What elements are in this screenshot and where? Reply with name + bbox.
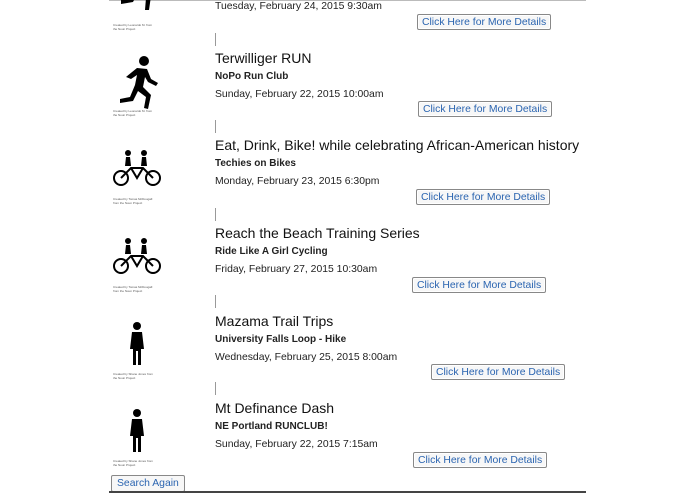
icon-credit: Created by Shane Jones from the Noun Pro… bbox=[113, 459, 153, 467]
icon-credit: Created by Shane Jones from the Noun Pro… bbox=[113, 372, 153, 380]
event-title: Eat, Drink, Bike! while celebrating Afri… bbox=[215, 137, 580, 153]
event-organizer: NE Portland RUNCLUB! bbox=[215, 421, 328, 432]
event-date: Tuesday, February 24, 2015 9:30am bbox=[215, 1, 382, 12]
event-title: Reach the Beach Training Series bbox=[215, 225, 420, 241]
icon-credit: Created by Leonardo M. from the Noun Pro… bbox=[113, 109, 153, 117]
icon-credit: Created by Tomas McDougall from the Noun… bbox=[113, 285, 153, 293]
event-organizer: University Falls Loop - Hike bbox=[215, 334, 347, 345]
icon-credit: Created by Leonardo M. from the Noun Pro… bbox=[113, 23, 153, 31]
bottom-divider bbox=[109, 491, 586, 493]
separator bbox=[215, 33, 216, 46]
more-details-button[interactable]: Click Here for More Details bbox=[417, 14, 552, 30]
event-date: Wednesday, February 25, 2015 8:00am bbox=[215, 352, 398, 363]
event-date: Sunday, February 22, 2015 7:15am bbox=[215, 439, 378, 450]
event-organizer: Techies on Bikes bbox=[215, 158, 296, 169]
runner-icon bbox=[111, 0, 163, 16]
event-date: Monday, February 23, 2015 6:30pm bbox=[215, 176, 380, 187]
event-organizer: NoPo Run Club bbox=[215, 71, 289, 82]
more-details-button[interactable]: Click Here for More Details bbox=[418, 101, 553, 117]
separator bbox=[215, 208, 216, 221]
more-details-button[interactable]: Click Here for More Details bbox=[413, 452, 548, 468]
icon-credit: Created by Tomas McDougall from the Noun… bbox=[113, 197, 153, 205]
more-details-button[interactable]: Click Here for More Details bbox=[416, 189, 551, 205]
event-date: Friday, February 27, 2015 10:30am bbox=[215, 264, 378, 275]
separator bbox=[215, 382, 216, 395]
event-date: Sunday, February 22, 2015 10:00am bbox=[215, 89, 384, 100]
event-title: Terwilliger RUN bbox=[215, 50, 312, 66]
more-details-button[interactable]: Click Here for More Details bbox=[431, 364, 566, 380]
separator bbox=[215, 120, 216, 133]
search-again-button[interactable]: Search Again bbox=[111, 475, 185, 492]
event-title: Mazama Trail Trips bbox=[215, 313, 334, 329]
event-title: Mt Definance Dash bbox=[215, 400, 335, 416]
more-details-button[interactable]: Click Here for More Details bbox=[412, 277, 547, 293]
separator bbox=[215, 295, 216, 308]
event-organizer: Ride Like A Girl Cycling bbox=[215, 246, 328, 257]
runner-icon bbox=[111, 53, 163, 117]
